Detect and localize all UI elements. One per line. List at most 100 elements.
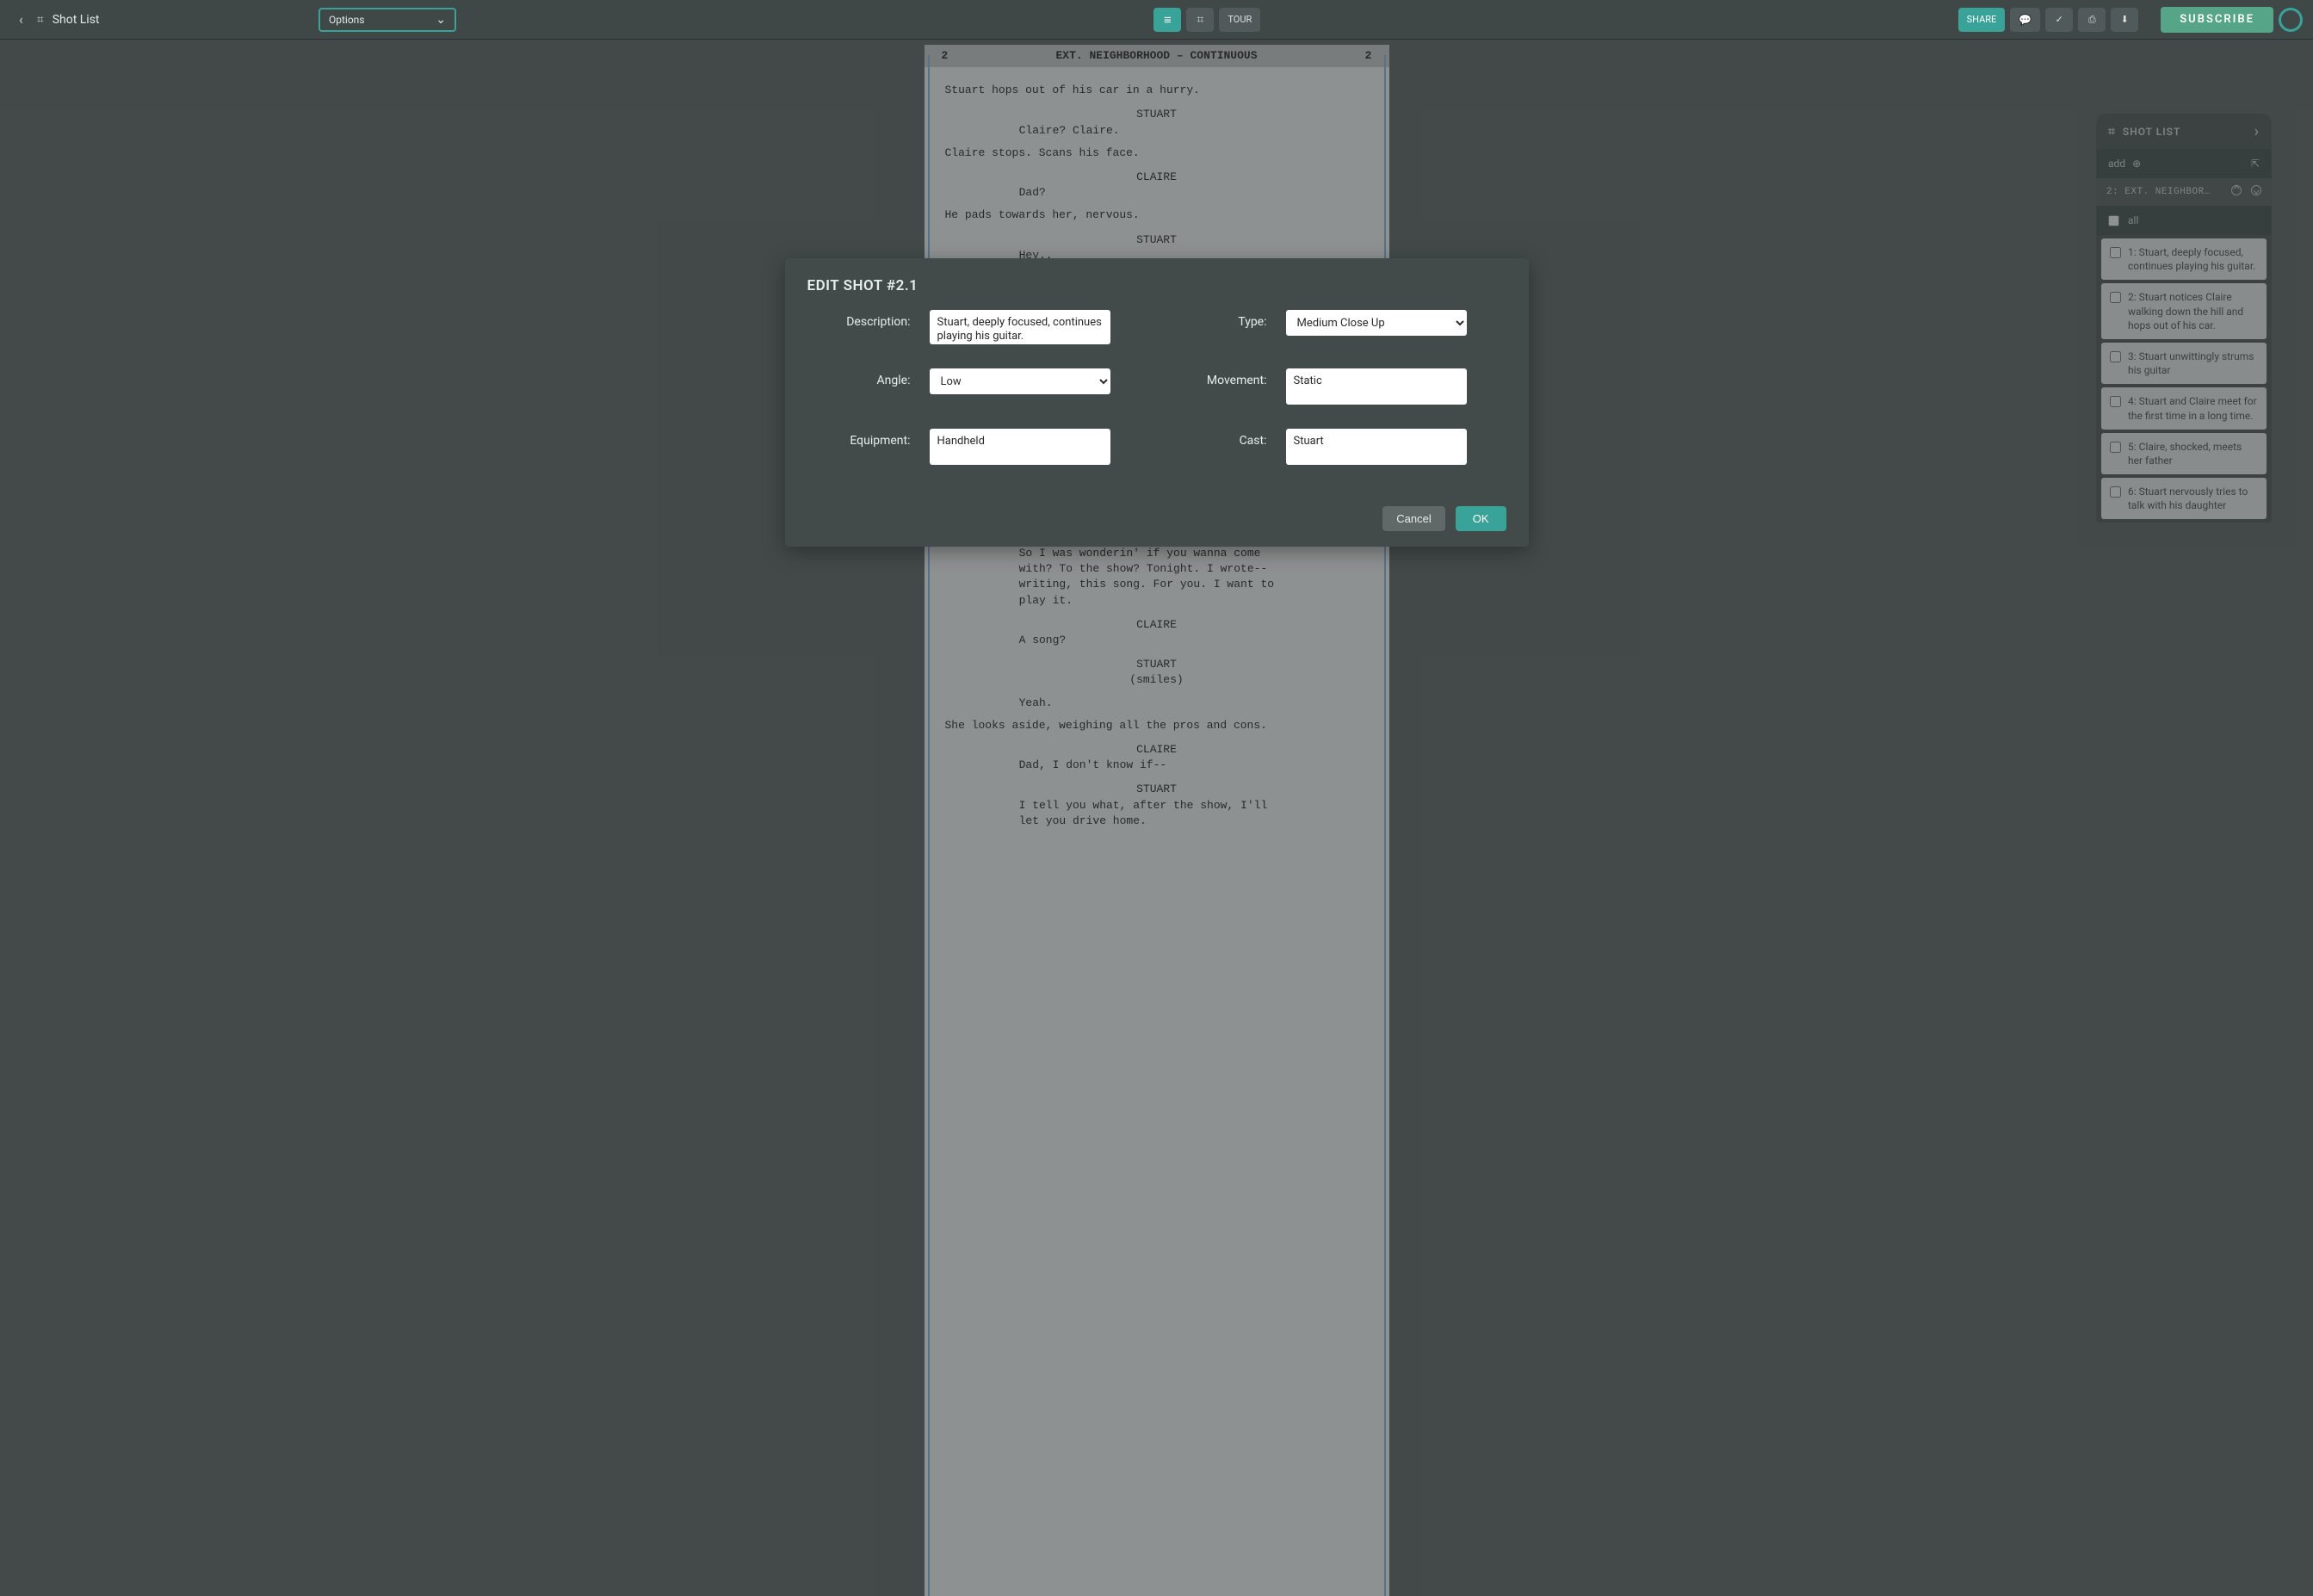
movement-label: Movement: <box>1129 368 1267 387</box>
action-line: Claire stops. Scans his face. <box>945 145 1369 161</box>
print-button[interactable] <box>2078 8 2106 32</box>
next-scene-icon[interactable] <box>2251 185 2261 195</box>
download-button[interactable] <box>2111 8 2138 32</box>
description-label: Description: <box>807 310 911 329</box>
list-view-button[interactable] <box>1153 8 1181 32</box>
scene-selector[interactable]: 2: EXT. NEIGHBOR… <box>2096 178 2272 206</box>
comment-icon <box>2019 14 2032 26</box>
shot-list-item[interactable]: 6: Stuart nervously tries to talk with h… <box>2101 478 2267 519</box>
add-label: add <box>2108 158 2125 170</box>
scene-heading: EXT. NEIGHBORHOOD – CONTINUOUS <box>1055 48 1257 64</box>
cancel-button[interactable]: Cancel <box>1382 506 1444 531</box>
options-label: Options <box>329 14 365 26</box>
cast-label: Cast: <box>1129 429 1267 448</box>
share-button[interactable]: SHARE <box>1958 8 2006 32</box>
shot-text: 4: Stuart and Claire meet for the first … <box>2128 394 2258 422</box>
cast-input[interactable] <box>1286 429 1467 465</box>
type-label: Type: <box>1129 310 1267 329</box>
shot-checkbox[interactable] <box>2110 396 2121 407</box>
character-cue: STUART <box>945 782 1369 797</box>
shot-list-item[interactable]: 2: Stuart notices Claire walking down th… <box>2101 283 2267 339</box>
prev-scene-icon[interactable] <box>2231 185 2242 195</box>
dialogue: So I was wonderin' if you wanna come wit… <box>1019 546 1295 609</box>
action-line: He pads towards her, nervous. <box>945 207 1369 223</box>
check-icon <box>2056 14 2063 25</box>
equipment-input[interactable] <box>930 429 1110 465</box>
shot-text: 2: Stuart notices Claire walking down th… <box>2128 290 2258 332</box>
subscribe-label: SUBSCRIBE <box>2180 13 2254 26</box>
shot-text: 1: Stuart, deeply focused, continues pla… <box>2128 245 2258 273</box>
list-icon <box>1164 12 1172 28</box>
angle-select[interactable]: Low <box>930 368 1110 394</box>
shot-checkbox[interactable] <box>2110 292 2121 303</box>
shot-checkbox[interactable] <box>2110 486 2121 498</box>
tour-button[interactable]: TOUR <box>1219 8 1260 32</box>
description-input[interactable] <box>930 310 1110 344</box>
popout-icon[interactable] <box>2251 158 2260 170</box>
action-line: She looks aside, weighing all the pros a… <box>945 718 1369 733</box>
modal-title: EDIT SHOT #2.1 <box>807 277 1506 294</box>
download-icon <box>2121 14 2129 25</box>
parenthetical: (smiles) <box>1019 672 1295 688</box>
shot-text: 6: Stuart nervously tries to talk with h… <box>2128 485 2258 512</box>
shot-list-item[interactable]: 5: Claire, shocked, meets her father <box>2101 433 2267 474</box>
panel-header[interactable]: SHOT LIST <box>2096 114 2272 149</box>
action-line: Stuart hops out of his car in a hurry. <box>945 83 1369 98</box>
page-title: Shot List <box>37 13 100 27</box>
scene-number-left: 2 <box>942 48 957 64</box>
shot-view-button[interactable] <box>1186 8 1214 32</box>
type-select[interactable]: Medium Close Up <box>1286 310 1467 336</box>
approve-button[interactable] <box>2045 8 2073 32</box>
page-title-text: Shot List <box>53 13 100 27</box>
shot-checkbox[interactable] <box>2110 351 2121 362</box>
dialogue: A song? <box>1019 633 1295 648</box>
scene-heading-row: 2 EXT. NEIGHBORHOOD – CONTINUOUS 2 <box>925 45 1389 67</box>
character-cue: STUART <box>945 107 1369 122</box>
shot-list-item[interactable]: 4: Stuart and Claire meet for the first … <box>2101 387 2267 429</box>
panel-title: SHOT LIST <box>2123 126 2180 138</box>
shot-list-panel: SHOT LIST add 2: EXT. NEIGHBOR… all 1: S… <box>2096 114 2272 523</box>
dialogue: Yeah. <box>1019 696 1295 711</box>
shot-icon <box>1197 13 1203 27</box>
shot-list-item[interactable]: 3: Stuart unwittingly strums his guitar <box>2101 343 2267 384</box>
movement-input[interactable] <box>1286 368 1467 405</box>
share-label: SHARE <box>1967 14 1997 25</box>
shot-icon <box>2108 125 2116 139</box>
character-cue: CLAIRE <box>945 170 1369 185</box>
subscribe-button[interactable]: SUBSCRIBE <box>2161 7 2273 33</box>
shot-text: 3: Stuart unwittingly strums his guitar <box>2128 350 2258 377</box>
add-shot-row[interactable]: add <box>2096 149 2272 178</box>
select-all-row[interactable]: all <box>2096 206 2272 235</box>
tour-label: TOUR <box>1228 14 1252 25</box>
plus-icon <box>2132 158 2141 170</box>
options-dropdown[interactable]: Options <box>319 8 456 32</box>
character-cue: STUART <box>945 657 1369 672</box>
dialogue: Dad, I don't know if-- <box>1019 758 1295 773</box>
top-toolbar: ‹ Shot List Options TOUR SHARE SUBSCRIBE <box>0 0 2313 40</box>
scene-number-right: 2 <box>1356 48 1371 64</box>
shot-checkbox[interactable] <box>2110 247 2121 258</box>
shot-text: 5: Claire, shocked, meets her father <box>2128 440 2258 467</box>
shot-list-item[interactable]: 1: Stuart, deeply focused, continues pla… <box>2101 238 2267 280</box>
chevron-down-icon <box>436 13 446 27</box>
character-cue: CLAIRE <box>945 617 1369 633</box>
select-all-checkbox[interactable] <box>2108 215 2119 226</box>
scene-label: 2: EXT. NEIGHBOR… <box>2106 187 2211 197</box>
equipment-label: Equipment: <box>807 429 911 448</box>
all-label: all <box>2128 214 2138 226</box>
print-icon <box>2088 14 2096 26</box>
angle-label: Angle: <box>807 368 911 387</box>
back-button[interactable]: ‹ <box>10 6 32 33</box>
avatar[interactable] <box>2279 8 2303 32</box>
dialogue: I tell you what, after the show, I'll le… <box>1019 798 1295 829</box>
character-cue: CLAIRE <box>945 742 1369 758</box>
comments-button[interactable] <box>2010 8 2040 32</box>
character-cue: STUART <box>945 232 1369 248</box>
ok-button[interactable]: OK <box>1456 506 1506 531</box>
dialogue: Claire? Claire. <box>1019 123 1295 139</box>
dialogue: Dad? <box>1019 185 1295 201</box>
shot-icon <box>37 13 44 27</box>
shot-checkbox[interactable] <box>2110 442 2121 453</box>
edit-shot-modal: EDIT SHOT #2.1 Description: Type: Medium… <box>785 258 1529 547</box>
chevron-right-icon[interactable] <box>2254 122 2260 140</box>
